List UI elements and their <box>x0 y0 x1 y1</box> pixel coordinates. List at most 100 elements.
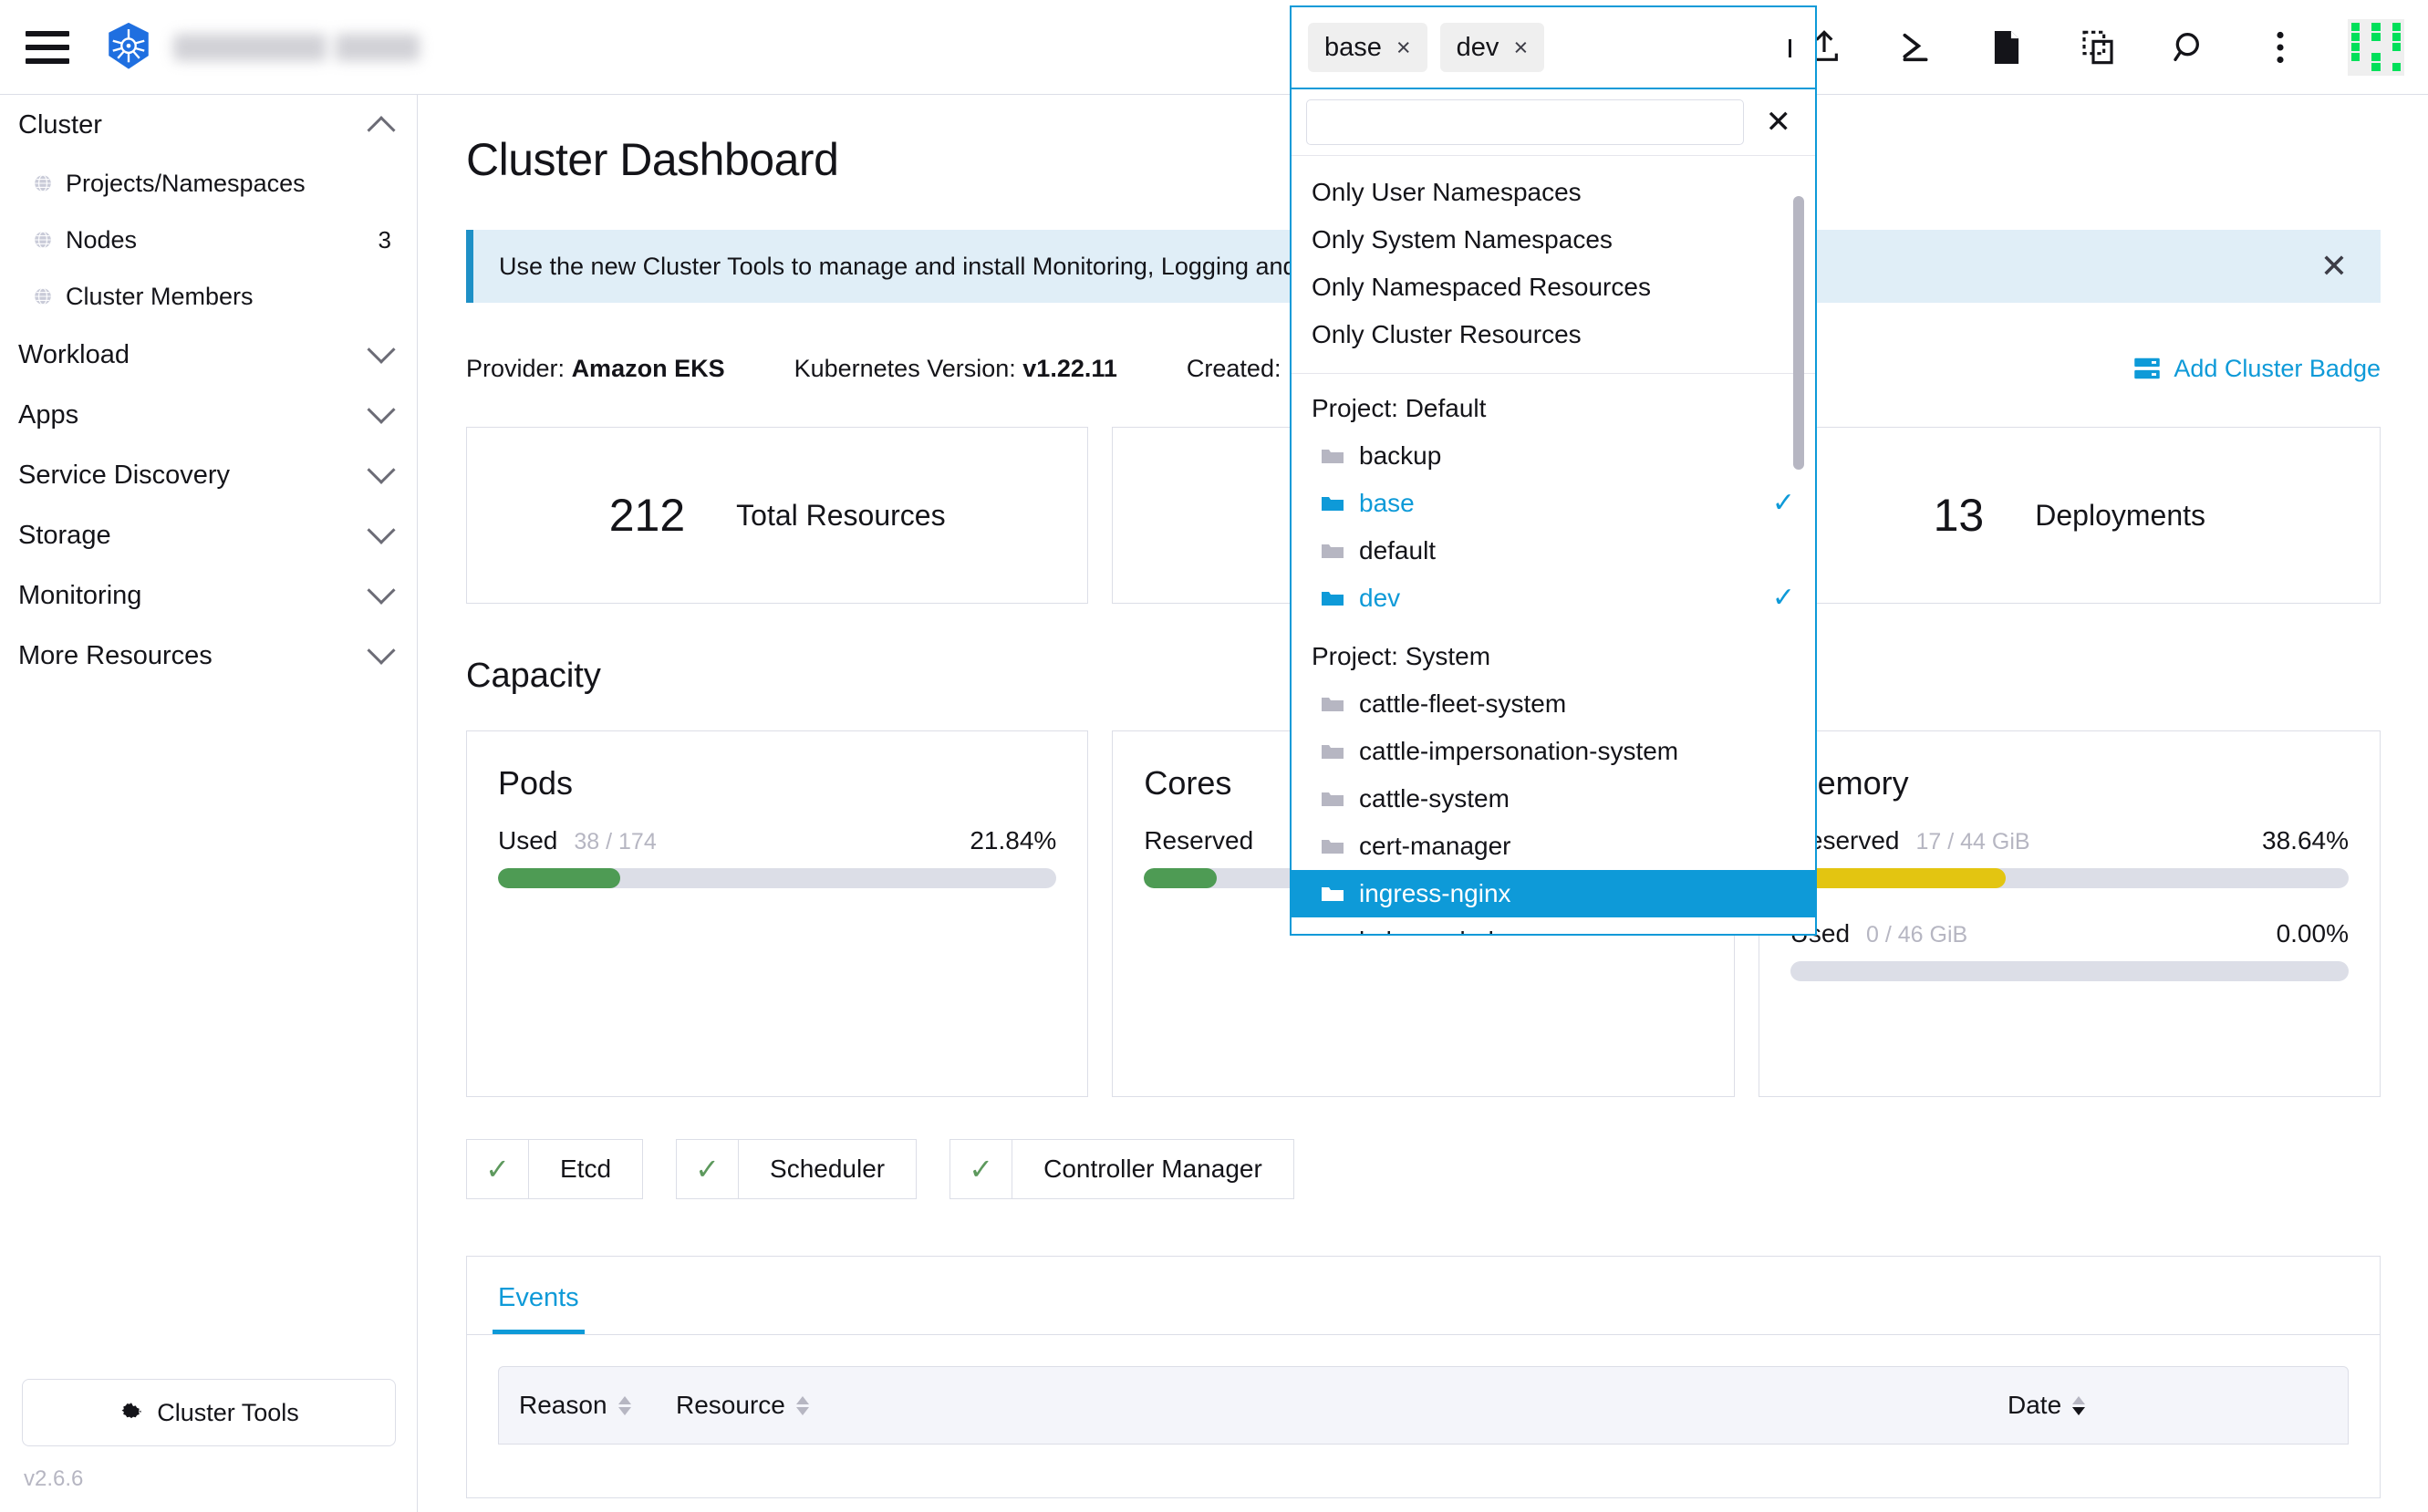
check-icon: ✓ <box>1771 583 1795 614</box>
kubectl-shell-icon[interactable] <box>1892 24 1939 71</box>
check-icon: ✓ <box>677 1140 740 1198</box>
tabs-container: Events <box>466 1256 2381 1334</box>
progress-fill <box>498 868 620 888</box>
folder-icon <box>1322 792 1344 807</box>
hamburger-menu-icon[interactable] <box>26 29 69 66</box>
health-label: Scheduler <box>770 1155 886 1183</box>
namespace-option-cattle-fleet-system[interactable]: cattle-fleet-system <box>1292 680 1815 728</box>
column-header-resource[interactable]: Resource <box>676 1391 2008 1420</box>
cluster-tools-button[interactable]: Cluster Tools <box>22 1379 396 1446</box>
capacity-card-title: Pods <box>498 764 574 802</box>
scrollbar-track[interactable] <box>1793 156 1810 934</box>
namespace-option-dev[interactable]: dev ✓ <box>1292 575 1815 622</box>
count-value: 13 <box>1933 490 1985 541</box>
check-icon: ✓ <box>950 1140 1013 1198</box>
project-group-default: Project: Default <box>1312 394 1487 423</box>
sidebar-group-workload[interactable]: Workload <box>0 325 417 385</box>
filter-only-user-namespaces[interactable]: Only User Namespaces <box>1292 169 1815 216</box>
sidebar-group-apps[interactable]: Apps <box>0 385 417 445</box>
metric-value: 38 / 174 <box>574 829 657 854</box>
sidebar-item-projects-namespaces[interactable]: Projects/Namespaces <box>0 155 417 212</box>
sidebar-item-label: Nodes <box>66 225 138 254</box>
count-value: 212 <box>608 490 686 541</box>
namespace-filter-select[interactable]: base × dev × <box>1290 5 1817 89</box>
health-pill-etcd: ✓ Etcd <box>466 1139 644 1199</box>
k8s-version-info: Kubernetes Version: v1.22.11 <box>794 355 1117 383</box>
tab-events[interactable]: Events <box>493 1283 585 1334</box>
sort-icon <box>617 1395 631 1415</box>
capacity-metric-row: Used 0 / 46 GiB 0.00% <box>1790 919 2349 948</box>
count-card-total-resources[interactable]: 212 Total Resources <box>466 427 1089 604</box>
namespace-option-base[interactable]: base ✓ <box>1292 480 1815 527</box>
folder-icon <box>1322 592 1344 606</box>
sidebar-item-count: 3 <box>378 225 391 254</box>
namespace-chip-dev[interactable]: dev × <box>1439 23 1545 72</box>
column-label: Reason <box>519 1391 607 1419</box>
namespace-chip-base[interactable]: base × <box>1308 23 1427 72</box>
filter-only-cluster-resources[interactable]: Only Cluster Resources <box>1292 311 1815 358</box>
column-header-date[interactable]: Date <box>2008 1391 2086 1420</box>
chip-remove-icon[interactable]: × <box>1396 34 1411 62</box>
namespace-option-cert-manager[interactable]: cert-manager <box>1292 823 1815 870</box>
clear-icon[interactable]: ✕ <box>1757 107 1801 138</box>
namespace-option-kube-node-lease[interactable]: kube-node-lease <box>1292 917 1815 934</box>
filter-only-namespaced-resources[interactable]: Only Namespaced Resources <box>1292 264 1815 311</box>
cluster-tools-label: Cluster Tools <box>157 1398 299 1426</box>
namespace-option-ingress-nginx[interactable]: ingress-nginx <box>1292 870 1815 918</box>
search-icon[interactable] <box>2165 24 2213 71</box>
filter-only-system-namespaces[interactable]: Only System Namespaces <box>1292 216 1815 264</box>
column-header-reason[interactable]: Reason <box>519 1391 676 1420</box>
copy-icon[interactable] <box>2074 24 2122 71</box>
provider-label: Provider: <box>466 354 565 382</box>
namespace-option-backup[interactable]: backup <box>1292 432 1815 480</box>
capacity-card-title: Memory <box>1790 764 1909 802</box>
sidebar-group-label: Workload <box>18 339 130 369</box>
cluster-tools-wrap: Cluster Tools <box>22 1379 396 1446</box>
folder-icon <box>1322 497 1344 512</box>
chevron-down-icon <box>367 335 396 364</box>
namespace-label: cert-manager <box>1359 832 1511 861</box>
kubernetes-logo-icon[interactable] <box>102 21 155 74</box>
sort-icon <box>2072 1395 2086 1415</box>
sidebar-group-storage[interactable]: Storage <box>0 505 417 565</box>
namespace-option-default[interactable]: default <box>1292 527 1815 575</box>
sidebar-item-cluster-members[interactable]: Cluster Members <box>0 268 417 325</box>
namespace-search-input[interactable] <box>1306 99 1744 146</box>
chip-remove-icon[interactable]: × <box>1513 34 1528 62</box>
sidebar: Cluster Projects/Namespaces Nodes 3 Clus… <box>0 95 418 1512</box>
banner-text: Use the new Cluster Tools to manage and … <box>499 252 1297 280</box>
file-icon[interactable] <box>1983 24 2030 71</box>
chevron-up-icon[interactable] <box>1789 39 1791 57</box>
k8s-version-value: v1.22.11 <box>1022 354 1117 382</box>
count-label: Deployments <box>2035 498 2205 532</box>
events-table: Reason Resource Date <box>466 1334 2381 1498</box>
cluster-name-label <box>173 33 420 61</box>
metric-key: Used <box>498 826 558 854</box>
kebab-menu-icon[interactable] <box>2257 24 2304 71</box>
close-icon[interactable]: ✕ <box>2320 250 2348 283</box>
add-cluster-badge-button[interactable]: Add Cluster Badge <box>2133 355 2381 383</box>
namespace-option-cattle-impersonation-system[interactable]: cattle-impersonation-system <box>1292 728 1815 775</box>
gear-icon <box>121 1403 141 1419</box>
sidebar-group-label: Cluster <box>18 109 102 140</box>
sidebar-group-monitoring[interactable]: Monitoring <box>0 565 417 626</box>
scrollbar-thumb[interactable] <box>1793 196 1804 471</box>
chevron-down-icon <box>367 455 396 484</box>
chevron-up-icon <box>367 116 396 145</box>
tabs: Events <box>467 1257 2380 1334</box>
metric-value: 0 / 46 GiB <box>1866 922 1968 948</box>
namespace-option-cattle-system[interactable]: cattle-system <box>1292 775 1815 823</box>
health-label: Etcd <box>560 1155 612 1183</box>
created-info: Created: <box>1187 355 1281 383</box>
sidebar-group-service-discovery[interactable]: Service Discovery <box>0 445 417 505</box>
sidebar-group-more-resources[interactable]: More Resources <box>0 626 417 686</box>
folder-icon <box>1321 932 1344 934</box>
version-label: v2.6.6 <box>24 1466 84 1491</box>
sidebar-item-nodes[interactable]: Nodes 3 <box>0 212 417 268</box>
sidebar-group-cluster[interactable]: Cluster <box>0 95 417 155</box>
count-card-deployments[interactable]: 13 Deployments <box>1758 427 2381 604</box>
project-group-system: Project: System <box>1312 642 1491 671</box>
metric-percent: 21.84% <box>970 826 1057 854</box>
metric-percent: 38.64% <box>2262 826 2349 854</box>
namespace-label: cattle-impersonation-system <box>1359 737 1679 766</box>
